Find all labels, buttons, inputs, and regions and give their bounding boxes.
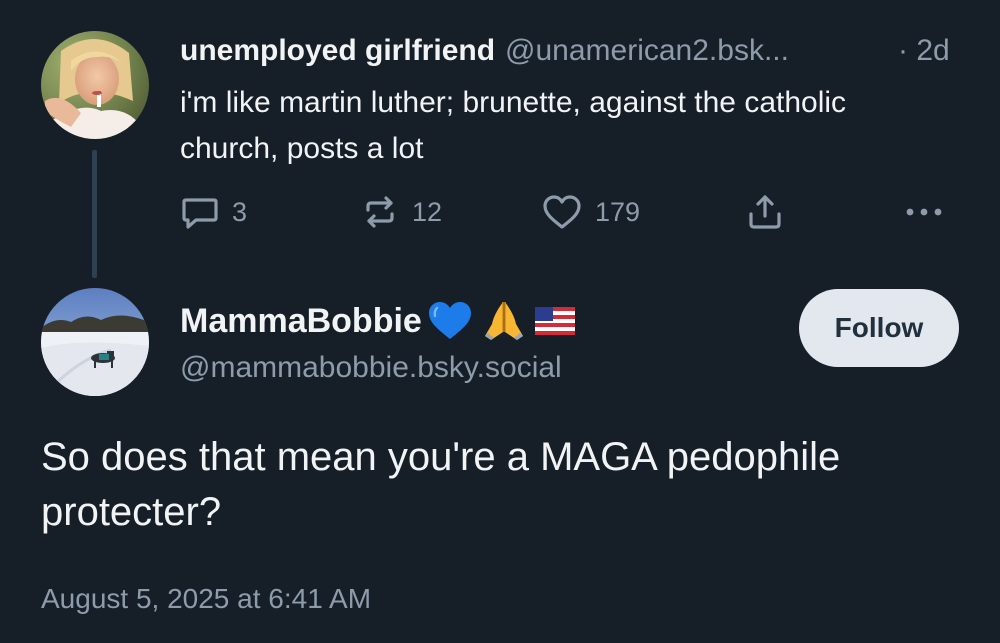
parent-post-text[interactable]: i'm like martin luther; brunette, agains… (180, 80, 880, 172)
reply-post-timestamp: August 5, 2025 at 6:41 AM (41, 583, 372, 614)
share-icon (749, 195, 781, 229)
parent-post-age: · 2d (898, 34, 950, 67)
reply-author-avatar[interactable] (41, 288, 149, 396)
follow-button[interactable]: Follow (799, 289, 959, 367)
parent-author-handle[interactable]: @unamerican2.bsk... (505, 30, 789, 72)
reply-author-handle[interactable]: @mammabobbie.bsky.social (180, 348, 562, 388)
reply-author-name-row: MammaBobbie (180, 298, 584, 344)
thread-connector-line (92, 150, 97, 278)
reply-icon (182, 198, 218, 229)
parent-post-header: unemployed girlfriend @unamerican2.bsk..… (180, 30, 950, 72)
blue-heart-emoji (428, 302, 471, 339)
more-icon (906, 208, 942, 216)
reply-avatar-image (41, 288, 149, 396)
share-button[interactable] (745, 190, 785, 234)
reply-post-text[interactable]: So does that mean you're a MAGA pedophil… (41, 430, 971, 540)
repost-icon (366, 196, 394, 228)
like-icon (543, 195, 581, 229)
like-button[interactable]: 179 (541, 190, 640, 234)
parent-post-action-bar: 3 12 179 (180, 190, 950, 234)
reply-count: 3 (232, 196, 248, 227)
reply-author-name[interactable]: MammaBobbie (180, 298, 422, 344)
name-emoji-row (426, 298, 584, 344)
like-count: 179 (595, 196, 641, 227)
reply-button[interactable]: 3 (180, 190, 247, 234)
parent-author-avatar[interactable] (41, 31, 149, 139)
folded-hands-emoji (484, 302, 523, 340)
repost-count: 12 (412, 196, 443, 227)
parent-avatar-image (41, 31, 149, 139)
more-options-button[interactable] (902, 190, 946, 234)
us-flag-emoji (534, 307, 575, 335)
parent-author-name[interactable]: unemployed girlfriend (180, 30, 495, 72)
repost-button[interactable]: 12 (360, 190, 442, 234)
